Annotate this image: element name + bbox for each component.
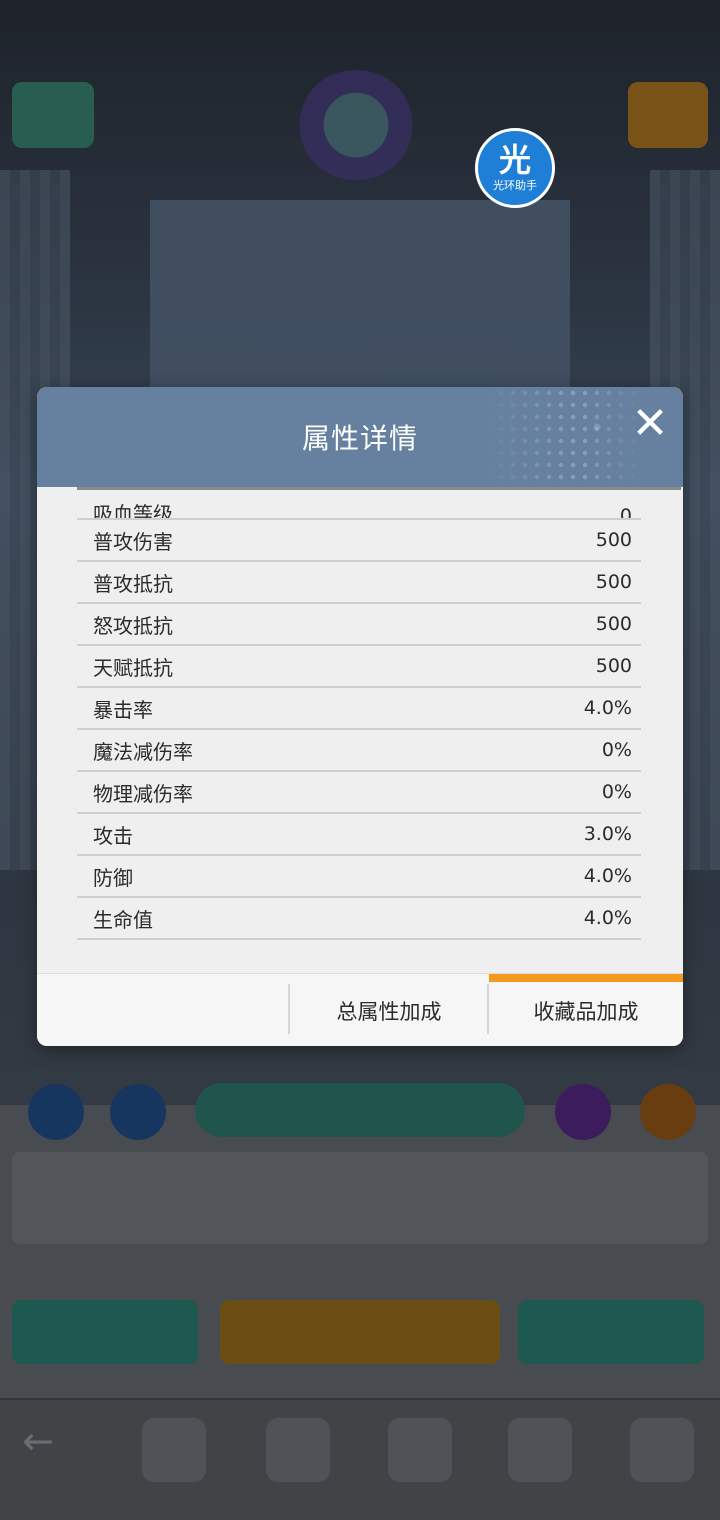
tab-total-attributes[interactable]: 总属性加成 — [290, 974, 488, 1046]
attribute-value: 4.0% — [583, 865, 632, 887]
attribute-label: 攻击 — [93, 823, 133, 848]
attribute-value: 4.0% — [583, 907, 632, 929]
attribute-value: 500 — [595, 571, 632, 593]
attribute-row: 防御 4.0% — [77, 856, 641, 898]
attribute-row: 魔法减伤率 0% — [77, 730, 641, 772]
attribute-row: 暴击率 4.0% — [77, 688, 641, 730]
attribute-value: 500 — [595, 613, 632, 635]
attribute-label: 魔法减伤率 — [93, 739, 193, 764]
attribute-row: 吸血等级 0 — [77, 498, 641, 520]
attribute-label: 天赋抵抗 — [93, 655, 173, 680]
attribute-label: 普攻伤害 — [93, 529, 173, 554]
attribute-value: 500 — [595, 655, 632, 677]
attribute-label: 暴击率 — [93, 697, 153, 722]
attribute-label: 吸血等级 — [93, 502, 173, 520]
tab-collection-bonus[interactable]: 收藏品加成 — [489, 974, 683, 1046]
attribute-label: 生命值 — [93, 907, 153, 932]
watermark-text: 光环助手 — [493, 178, 537, 192]
attribute-row: 天赋抵抗 500 — [77, 646, 641, 688]
attribute-details-dialog: 属性详情 ✕ 吸血等级 0 普攻伤害 500 普攻抵抗 500 怒攻抵抗 500 天赋抵抗 500… — [37, 387, 683, 1046]
attribute-list[interactable]: 吸血等级 0 普攻伤害 500 普攻抵抗 500 怒攻抵抗 500 天赋抵抗 500 暴击率 4.0%… — [77, 487, 681, 973]
attribute-value: 3.0% — [583, 823, 632, 845]
close-icon[interactable]: ✕ — [631, 402, 669, 446]
attribute-row: 普攻伤害 500 — [77, 520, 641, 562]
attribute-label: 普攻抵抗 — [93, 571, 173, 596]
attribute-value: 4.0% — [583, 697, 632, 719]
attribute-row: 攻击 3.0% — [77, 814, 641, 856]
attribute-label: 怒攻抵抗 — [93, 613, 173, 638]
dialog-title: 属性详情 — [301, 422, 418, 455]
attribute-row: 物理减伤率 0% — [77, 772, 641, 814]
attribute-value: 500 — [595, 529, 632, 551]
attribute-row: 生命值 4.0% — [77, 898, 641, 940]
attribute-value: 0% — [601, 739, 632, 761]
attribute-row: 怒攻抵抗 500 — [77, 604, 641, 646]
attribute-label: 物理减伤率 — [93, 781, 193, 806]
attribute-value: 0 — [619, 505, 632, 520]
attribute-row: 普攻抵抗 500 — [77, 562, 641, 604]
attribute-value: 0% — [601, 781, 632, 803]
attribute-label: 防御 — [93, 865, 133, 890]
watermark-badge-icon: 光 光环助手 — [475, 128, 555, 208]
list-top-divider — [77, 487, 681, 498]
watermark-glyph: 光 — [498, 140, 531, 179]
tab-bar: 总属性加成 收藏品加成 — [37, 973, 683, 1046]
dialog-header: 属性详情 ✕ — [37, 387, 683, 487]
